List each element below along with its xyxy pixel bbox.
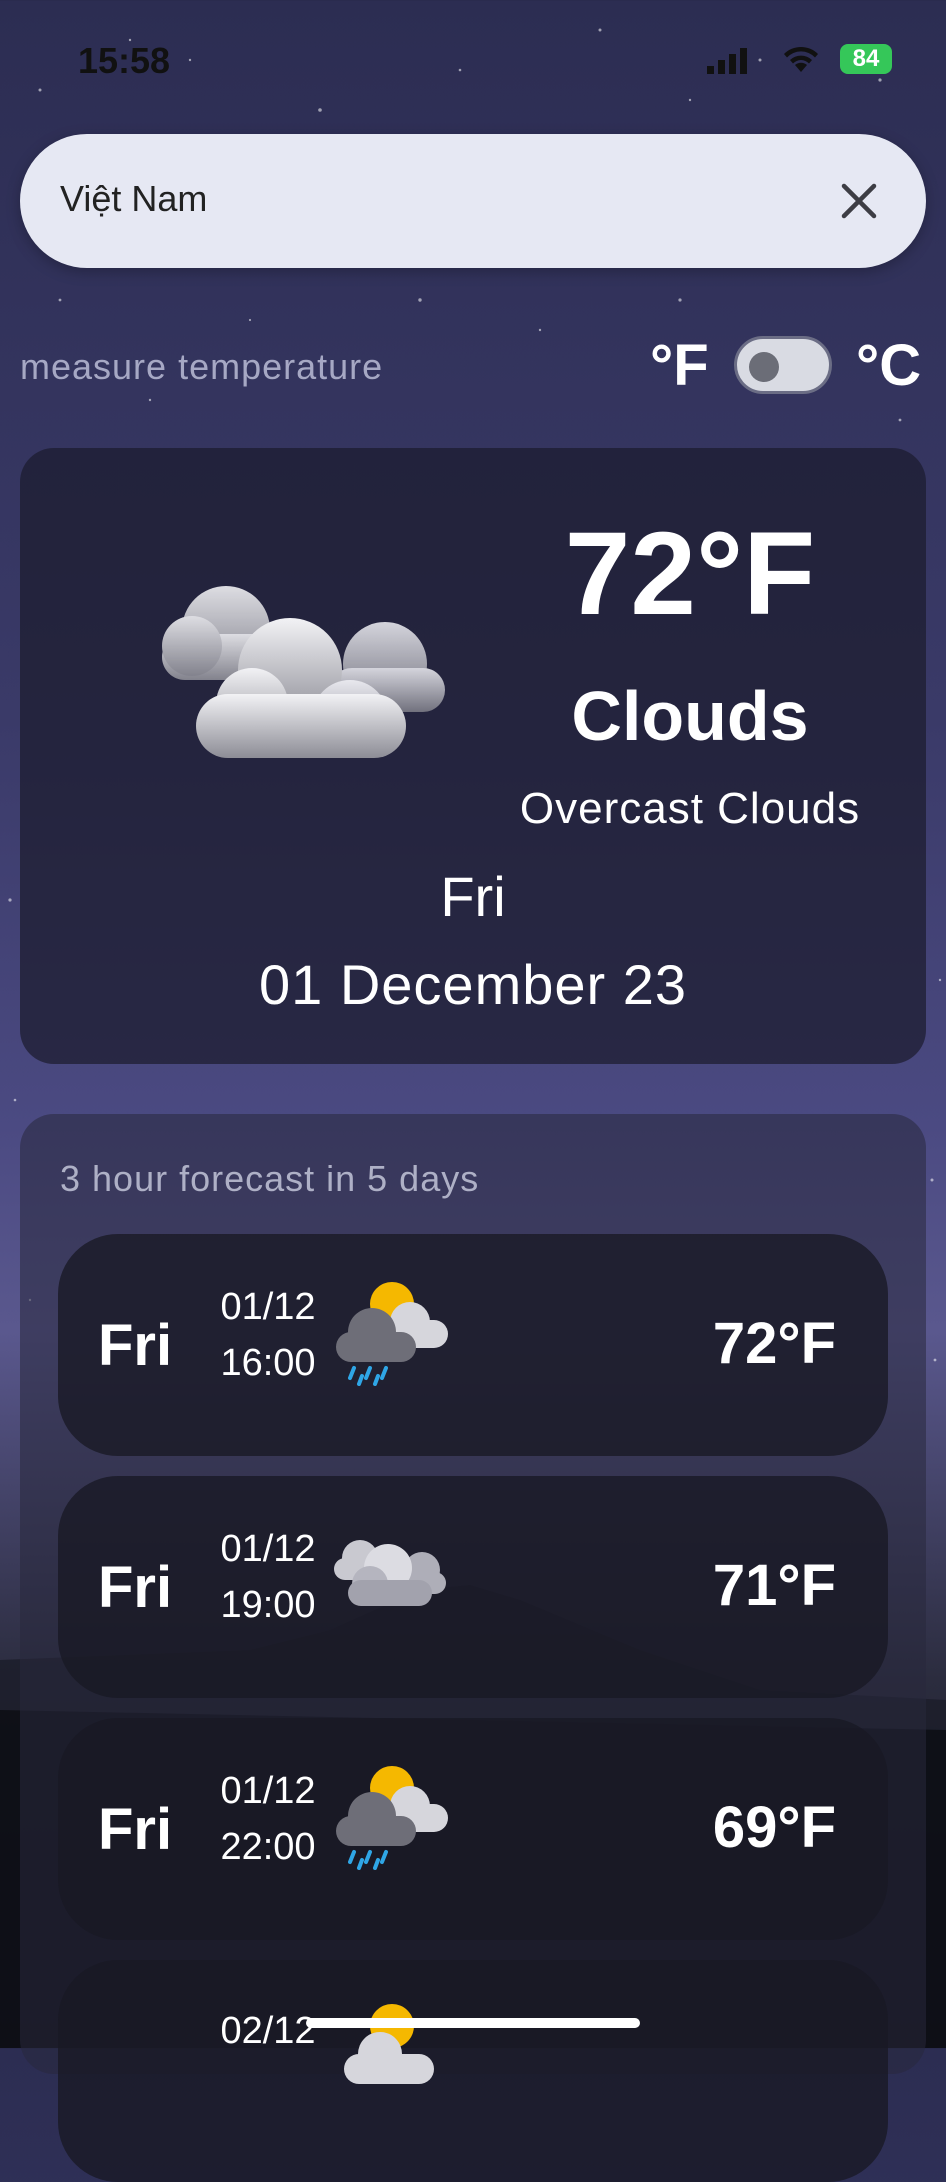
forecast-item[interactable]: Fri 01/12 22:00 69°F xyxy=(58,1718,888,1940)
forecast-time: 16:00 xyxy=(220,1342,316,1384)
current-description: Overcast Clouds xyxy=(519,784,861,833)
forecast-time: 19:00 xyxy=(220,1584,316,1626)
current-date: 01 December 23 xyxy=(258,953,687,1016)
clouds-icon xyxy=(334,1540,446,1606)
forecast-panel: 3 hour forecast in 5 days Fri 01/12 16:0… xyxy=(20,1114,926,2182)
celsius-label: °C xyxy=(856,333,922,398)
forecast-item[interactable]: Fri 01/12 16:00 72°F xyxy=(58,1234,888,1456)
current-day: Fri xyxy=(440,865,506,928)
forecast-day: Fri xyxy=(98,1797,173,1862)
sun-rain-cloud-icon xyxy=(336,1766,448,1870)
clouds-icon xyxy=(162,586,445,758)
forecast-time: 22:00 xyxy=(220,1826,316,1868)
current-temperature: 72°F xyxy=(564,508,816,640)
toggle-knob xyxy=(749,352,779,382)
status-bar: 15:58 84 xyxy=(0,40,946,81)
forecast-item[interactable]: 02/12 xyxy=(58,1960,888,2182)
sun-cloud-icon xyxy=(344,2004,434,2084)
current-weather-card: 72°F Clouds Overcast Clouds Fri 01 Decem… xyxy=(20,448,926,1064)
forecast-temperature: 69°F xyxy=(712,1795,836,1860)
home-indicator[interactable] xyxy=(306,2018,640,2028)
current-condition: Clouds xyxy=(571,677,809,755)
forecast-temperature: 71°F xyxy=(712,1553,836,1618)
forecast-temperature: 72°F xyxy=(712,1311,836,1376)
wifi-icon xyxy=(784,46,818,72)
forecast-day: Fri xyxy=(98,1313,173,1378)
status-time: 15:58 xyxy=(78,40,171,81)
cellular-signal-icon xyxy=(707,48,747,74)
battery-indicator: 84 xyxy=(840,44,892,74)
unit-toggle[interactable] xyxy=(734,336,832,394)
forecast-date: 02/12 xyxy=(220,2010,316,2052)
search-input[interactable]: Việt Nam xyxy=(60,178,207,220)
close-icon[interactable] xyxy=(834,176,884,226)
forecast-item[interactable]: Fri 01/12 19:00 71°F xyxy=(58,1476,888,1698)
sun-rain-cloud-icon xyxy=(336,1282,448,1386)
forecast-date: 01/12 xyxy=(220,1528,316,1570)
forecast-day: Fri xyxy=(98,1555,173,1620)
forecast-date: 01/12 xyxy=(220,1770,316,1812)
measure-temperature-label: measure temperature xyxy=(20,346,384,387)
battery-level: 84 xyxy=(852,45,880,72)
forecast-date: 01/12 xyxy=(220,1286,316,1328)
fahrenheit-label: °F xyxy=(650,333,709,398)
search-field[interactable]: Việt Nam xyxy=(20,134,926,268)
forecast-title: 3 hour forecast in 5 days xyxy=(60,1158,480,1199)
